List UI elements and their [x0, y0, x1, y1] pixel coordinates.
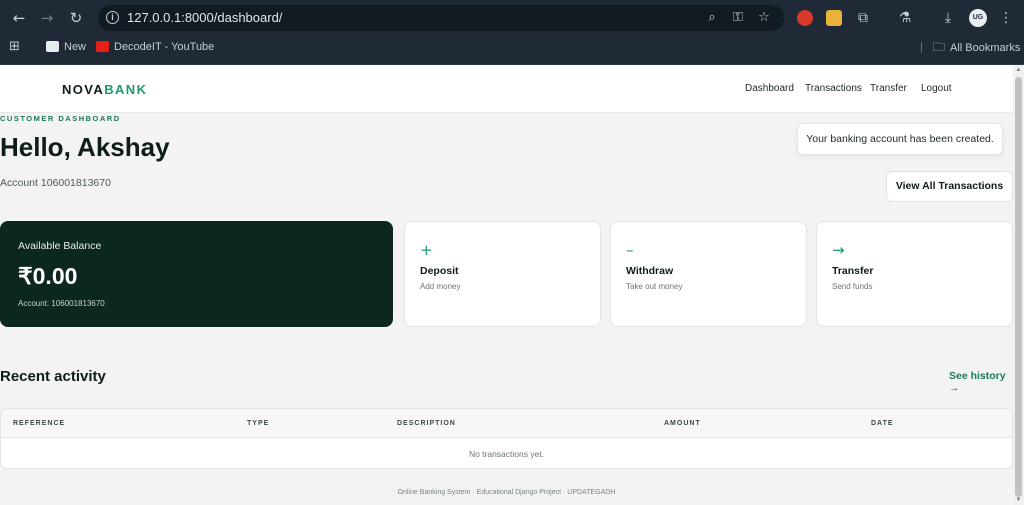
kebab-menu-icon[interactable]: ⋮ — [997, 9, 1015, 27]
bookmark-youtube[interactable]: DecodeIT - YouTube — [96, 36, 214, 65]
greeting-heading: Hello, Akshay — [0, 132, 170, 162]
balance-label: Available Balance — [18, 240, 102, 252]
transfer-subtitle: Send funds — [832, 282, 873, 291]
recent-activity-heading: Recent activity — [0, 368, 106, 385]
extension-yellow-icon[interactable] — [826, 10, 842, 26]
deposit-subtitle: Add money — [420, 282, 461, 291]
deposit-title: Deposit — [420, 265, 459, 277]
star-icon[interactable]: ☆ — [756, 10, 772, 26]
column-reference: REFERENCE — [13, 420, 66, 427]
account-number: Account 106001813670 — [0, 177, 111, 189]
nav-transactions[interactable]: Transactions — [805, 83, 862, 94]
empty-state-message: No transactions yet. — [468, 449, 545, 459]
zoom-icon[interactable]: ⌕ — [704, 10, 720, 26]
url-text[interactable]: 127.0.0.1:8000/dashboard/ — [127, 10, 282, 25]
balance-amount: ₹0.00 — [18, 263, 78, 289]
transfer-title: Transfer — [832, 265, 874, 277]
transfer-card[interactable]: → Transfer Send funds — [816, 221, 1013, 327]
success-toast: Your banking account has been created. — [797, 123, 1003, 155]
address-bar[interactable]: i 127.0.0.1:8000/dashboard/ ⌕ ⚿ ☆ — [98, 5, 784, 31]
nav-transfer[interactable]: Transfer — [870, 83, 907, 94]
column-amount: AMOUNT — [664, 420, 701, 427]
reload-icon[interactable]: ↻ — [66, 8, 86, 28]
view-all-transactions-button[interactable]: View All Transactions — [886, 171, 1013, 202]
minus-icon: – — [626, 241, 634, 259]
scroll-down-icon[interactable]: ▼ — [1015, 497, 1022, 503]
apps-grid-icon[interactable]: ⊞ — [9, 36, 20, 65]
browser-toolbar: ← → ↻ i 127.0.0.1:8000/dashboard/ ⌕ ⚿ ☆ … — [0, 0, 1024, 36]
youtube-icon — [96, 40, 109, 52]
arrow-right-icon: → — [832, 241, 845, 259]
balance-account: Account: 106001813670 — [18, 299, 105, 308]
profile-avatar[interactable]: UG — [969, 9, 987, 27]
column-description: DESCRIPTION — [397, 420, 456, 427]
scroll-up-icon[interactable]: ▲ — [1015, 67, 1022, 73]
brand-logo[interactable]: NOVABANK — [62, 82, 147, 97]
withdraw-subtitle: Take out money — [626, 282, 683, 291]
plus-icon: + — [420, 241, 433, 259]
page-viewport: NOVABANK Dashboard Transactions Transfer… — [0, 65, 1013, 505]
balance-card: Available Balance ₹0.00 Account: 1060018… — [0, 221, 393, 327]
column-type: TYPE — [247, 420, 270, 427]
withdraw-title: Withdraw — [626, 265, 674, 277]
page-scrollbar[interactable]: ▲ ▼ — [1013, 65, 1024, 505]
nav-logout[interactable]: Logout — [921, 83, 952, 94]
column-date: DATE — [871, 420, 894, 427]
folder-icon: 🗀 — [933, 40, 946, 54]
deposit-card[interactable]: + Deposit Add money — [404, 221, 601, 327]
labs-icon[interactable]: ⚗ — [896, 9, 914, 27]
page-footer: Online Banking System · Educational Djan… — [397, 489, 616, 496]
site-info-icon[interactable]: i — [106, 11, 119, 24]
key-icon[interactable]: ⚿ — [730, 10, 746, 26]
table-header: REFERENCE TYPE DESCRIPTION AMOUNT DATE — [1, 409, 1012, 438]
ug-favicon-icon — [46, 40, 59, 52]
dashboard-eyebrow: CUSTOMER DASHBOARD — [0, 114, 121, 123]
nav-dashboard[interactable]: Dashboard — [745, 83, 794, 94]
bookmarks-divider: | — [920, 41, 923, 53]
extension-red-icon[interactable] — [797, 10, 813, 26]
download-icon[interactable]: ⤓ — [939, 9, 957, 27]
transactions-table: REFERENCE TYPE DESCRIPTION AMOUNT DATE N… — [0, 408, 1013, 469]
bookmark-new[interactable]: New — [46, 36, 86, 65]
see-history-link[interactable]: See history → — [949, 370, 1013, 394]
forward-arrow-icon[interactable]: → — [37, 8, 57, 28]
site-header: NOVABANK Dashboard Transactions Transfer… — [0, 65, 1013, 113]
bookmarks-bar: ⊞ New DecodeIT - YouTube | 🗀 All Bookmark… — [0, 36, 1024, 65]
extensions-puzzle-icon[interactable]: ⧉ — [854, 9, 872, 27]
all-bookmarks[interactable]: 🗀 All Bookmarks — [933, 36, 1020, 65]
scroll-thumb[interactable] — [1015, 77, 1022, 497]
back-arrow-icon[interactable]: ← — [9, 8, 29, 28]
withdraw-card[interactable]: – Withdraw Take out money — [610, 221, 807, 327]
